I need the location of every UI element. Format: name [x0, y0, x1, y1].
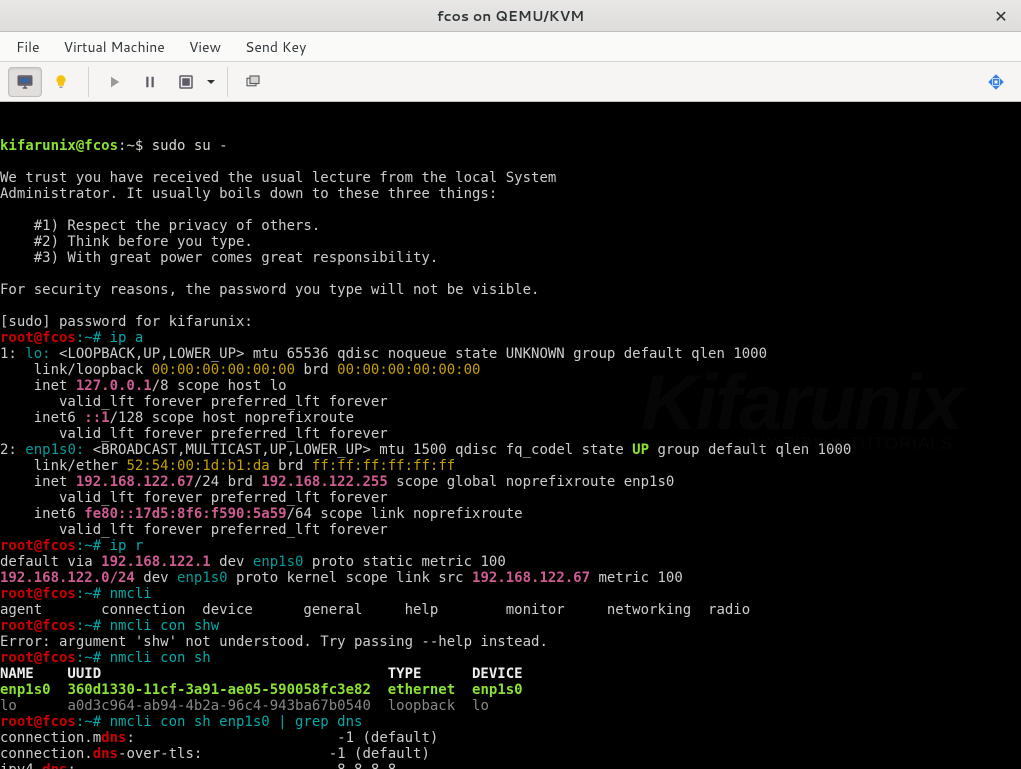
vm-console[interactable]: Kifarunix *NIX TIPS & TUTORIALS kifaruni… [0, 102, 1021, 769]
menu-bar: File Virtual Machine View Send Key [0, 32, 1021, 62]
pause-icon [141, 73, 159, 91]
fullscreen-button[interactable] [979, 67, 1013, 97]
shutdown-menu-button[interactable] [205, 76, 217, 88]
window-title: fcos on QEMU/KVM [437, 6, 584, 26]
snapshot-button[interactable] [236, 67, 270, 97]
shutdown-button[interactable] [169, 67, 203, 97]
toolbar [0, 62, 1021, 102]
details-button[interactable] [44, 67, 78, 97]
lightbulb-icon [52, 73, 70, 91]
console-button[interactable] [8, 67, 42, 97]
stop-icon [177, 73, 195, 91]
expand-icon [987, 73, 1005, 91]
chevron-down-icon [205, 76, 217, 88]
snapshots-icon [244, 73, 262, 91]
run-button[interactable] [97, 67, 131, 97]
monitor-icon [16, 73, 34, 91]
pause-button[interactable] [133, 67, 167, 97]
menu-file[interactable]: File [4, 33, 52, 61]
menu-send-key[interactable]: Send Key [233, 33, 318, 61]
close-icon[interactable]: ✕ [989, 4, 1013, 28]
play-icon [105, 73, 123, 91]
menu-virtual-machine[interactable]: Virtual Machine [52, 33, 177, 61]
window-titlebar: fcos on QEMU/KVM ✕ [0, 0, 1021, 32]
menu-view[interactable]: View [177, 33, 233, 61]
